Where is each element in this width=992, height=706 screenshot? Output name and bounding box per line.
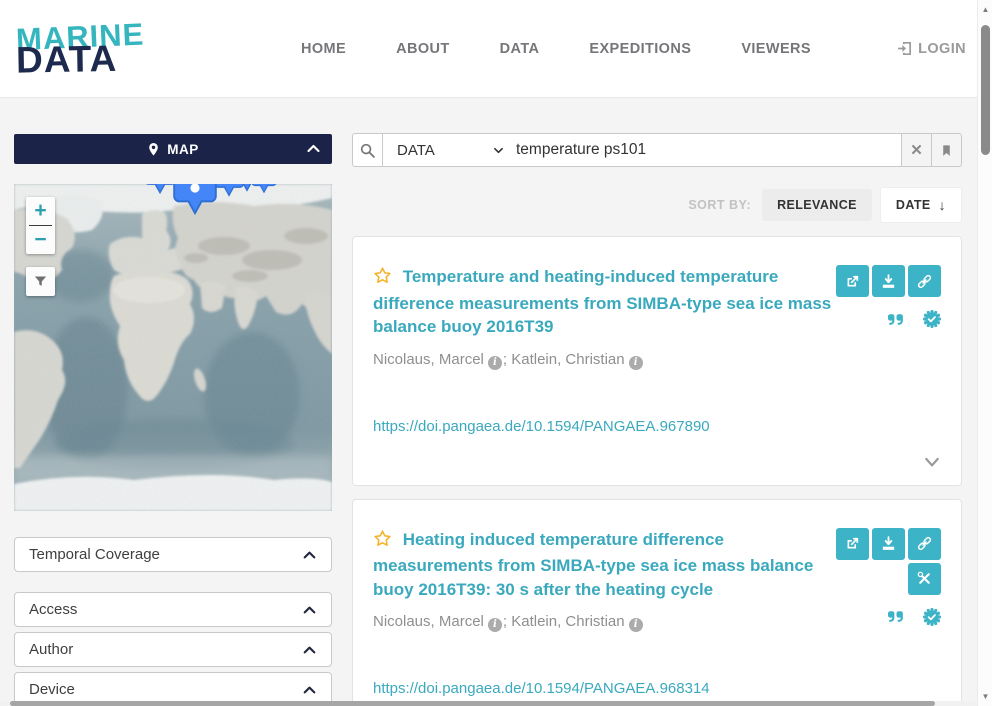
world-map[interactable]: + −: [14, 184, 332, 511]
info-icon[interactable]: i: [488, 618, 502, 632]
quality-badge-icon[interactable]: [923, 608, 941, 626]
info-icon[interactable]: i: [488, 356, 502, 370]
vertical-scrollbar[interactable]: ▲ ▼: [977, 0, 992, 706]
citation-quote-icon[interactable]: [887, 608, 906, 625]
info-icon[interactable]: i: [629, 618, 643, 632]
sort-controls: SORT BY: RELEVANCE DATE ↓: [352, 187, 962, 223]
funnel-icon: [33, 274, 48, 289]
sort-date-button[interactable]: DATE ↓: [880, 187, 962, 223]
chevron-up-icon: [302, 644, 317, 656]
tools-icon: [916, 570, 933, 587]
location-pin-icon: [147, 142, 160, 157]
filter-sidebar: MAP: [14, 98, 332, 706]
map-zoom-out-button[interactable]: −: [26, 226, 55, 254]
search-clear-button[interactable]: ✕: [902, 133, 932, 167]
download-button[interactable]: [872, 528, 905, 560]
nav-expeditions[interactable]: EXPEDITIONS: [589, 41, 691, 57]
star-favorite-icon[interactable]: [373, 270, 397, 289]
quality-badge-icon[interactable]: [923, 310, 941, 328]
external-link-icon: [844, 535, 861, 552]
search-bookmark-button[interactable]: [932, 133, 962, 167]
tools-button[interactable]: [908, 563, 941, 595]
filter-author[interactable]: Author: [14, 632, 332, 667]
chevron-up-icon: [302, 684, 317, 696]
close-icon: ✕: [910, 141, 923, 159]
info-icon[interactable]: i: [629, 356, 643, 370]
result-card: Heating induced temperature difference m…: [352, 499, 962, 706]
sort-date-label: DATE: [896, 198, 931, 212]
scrollbar-up-arrow[interactable]: ▲: [978, 5, 992, 14]
result-card: Temperature and heating-induced temperat…: [352, 236, 962, 486]
author-name[interactable]: Katlein, Christian: [511, 613, 624, 630]
nav-home[interactable]: HOME: [301, 41, 346, 57]
author-name[interactable]: Nicolaus, Marcel: [373, 613, 484, 630]
dataset-title-text: Temperature and heating-induced temperat…: [373, 267, 831, 336]
author-separator: ;: [503, 351, 507, 368]
marine-data-logo[interactable]: MARINE DATA: [16, 21, 206, 76]
link-icon: [916, 535, 933, 552]
open-dataset-button[interactable]: [836, 265, 869, 297]
doi-link[interactable]: https://doi.pangaea.de/10.1594/PANGAEA.9…: [373, 680, 710, 697]
author-name[interactable]: Katlein, Christian: [511, 351, 624, 368]
star-favorite-icon[interactable]: [373, 533, 397, 552]
map-filter-button[interactable]: [26, 267, 55, 296]
map-zoom-in-button[interactable]: +: [26, 197, 55, 225]
copy-link-button[interactable]: [908, 265, 941, 297]
sort-direction-arrow-icon: ↓: [939, 197, 946, 213]
dataset-title-text: Heating induced temperature difference m…: [373, 530, 813, 599]
logo-line-data: DATA: [16, 40, 207, 77]
chevron-down-icon: [493, 146, 504, 155]
filter-label: Author: [29, 641, 73, 658]
login-label: LOGIN: [918, 41, 966, 57]
copy-link-button[interactable]: [908, 528, 941, 560]
filter-access[interactable]: Access: [14, 592, 332, 627]
external-link-icon: [844, 273, 861, 290]
results-area: DATA ✕ SORT BY: RELEVANCE DATE: [352, 98, 962, 706]
filter-label: Temporal Coverage: [29, 546, 160, 563]
search-scope-value: DATA: [397, 142, 435, 159]
horizontal-scrollbar[interactable]: [0, 701, 977, 706]
filter-label: Access: [29, 601, 77, 618]
bookmark-icon: [940, 143, 953, 158]
login-icon: [896, 40, 913, 57]
login-button[interactable]: LOGIN: [896, 40, 966, 57]
map-panel-header[interactable]: MAP: [14, 134, 332, 164]
dataset-title-link[interactable]: Heating induced temperature difference m…: [373, 528, 834, 602]
search-scope-select[interactable]: DATA: [383, 134, 516, 166]
expand-result-chevron[interactable]: [373, 456, 941, 469]
download-button[interactable]: [872, 265, 905, 297]
download-icon: [880, 273, 897, 290]
main-nav: HOME ABOUT DATA EXPEDITIONS VIEWERS: [301, 41, 811, 57]
top-header: MARINE DATA HOME ABOUT DATA EXPEDITIONS …: [0, 0, 992, 98]
search-icon: [359, 142, 376, 159]
sort-relevance-button[interactable]: RELEVANCE: [762, 189, 872, 221]
download-icon: [880, 535, 897, 552]
filter-label: Device: [29, 681, 75, 698]
map-panel-title: MAP: [167, 142, 199, 157]
open-dataset-button[interactable]: [836, 528, 869, 560]
search-input[interactable]: [516, 134, 901, 166]
scrollbar-thumb[interactable]: [10, 701, 935, 706]
author-separator: ;: [503, 613, 507, 630]
filter-temporal-coverage[interactable]: Temporal Coverage: [14, 537, 332, 572]
search-button[interactable]: [352, 133, 383, 167]
chevron-up-icon: [302, 549, 317, 561]
dataset-title-link[interactable]: Temperature and heating-induced temperat…: [373, 265, 834, 339]
authors-line: Nicolaus, Marcel i; Katlein, Christian i: [373, 351, 834, 370]
search-bar: DATA ✕: [352, 133, 962, 167]
author-name[interactable]: Nicolaus, Marcel: [373, 351, 484, 368]
link-icon: [916, 273, 933, 290]
nav-about[interactable]: ABOUT: [396, 41, 450, 57]
nav-viewers[interactable]: VIEWERS: [741, 41, 811, 57]
scrollbar-down-arrow[interactable]: ▼: [978, 692, 992, 701]
scrollbar-thumb[interactable]: [981, 25, 990, 155]
world-map-image: [14, 184, 332, 511]
sort-by-label: SORT BY:: [688, 198, 751, 212]
nav-data[interactable]: DATA: [500, 41, 540, 57]
authors-line: Nicolaus, Marcel i; Katlein, Christian i: [373, 613, 834, 632]
chevron-up-icon[interactable]: [306, 142, 321, 160]
doi-link[interactable]: https://doi.pangaea.de/10.1594/PANGAEA.9…: [373, 418, 710, 435]
chevron-up-icon: [302, 604, 317, 616]
citation-quote-icon[interactable]: [887, 311, 906, 328]
